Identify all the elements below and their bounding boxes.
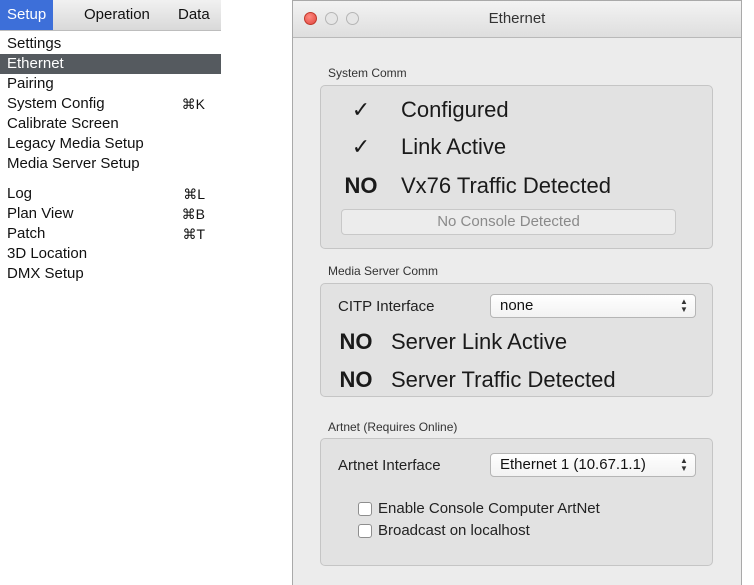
system-comm-group: ✓ Configured ✓ Link Active NO Vx76 Traff… [320, 85, 713, 249]
artnet-label: Artnet (Requires Online) [328, 420, 458, 434]
menu-item-system-config[interactable]: System Config ⌘K [0, 94, 221, 114]
menu-item-label: 3D Location [7, 245, 88, 262]
enable-console-artnet-checkbox[interactable] [358, 502, 372, 516]
title-bar: Ethernet [293, 1, 741, 38]
checkmark-icon: ✓ [351, 97, 371, 122]
menu-item-label: Legacy Media Setup [7, 135, 144, 152]
status-text: Configured [401, 97, 509, 122]
menu-item-label: System Config [7, 95, 105, 112]
menu-item-plan-view[interactable]: Plan View ⌘B [0, 204, 221, 224]
no-console-detected-button[interactable]: No Console Detected [341, 209, 676, 235]
menu-operation[interactable]: Operation [77, 0, 157, 30]
shortcut-label: ⌘T [182, 226, 205, 242]
menu-item-label: Plan View [7, 205, 74, 222]
menu-item-legacy-media-setup[interactable]: Legacy Media Setup [0, 134, 221, 154]
menu-item-label: Settings [7, 35, 62, 52]
artnet-interface-select[interactable]: Ethernet 1 (10.67.1.1) ▲ ▼ [490, 453, 696, 477]
menu-item-dmx-setup[interactable]: DMX Setup [0, 264, 221, 284]
shortcut-label: ⌘L [183, 186, 205, 202]
status-text: Link Active [401, 134, 507, 159]
shortcut-label: ⌘B [181, 206, 205, 222]
checkbox-label: Broadcast on localhost [378, 522, 530, 539]
menu-item-pairing[interactable]: Pairing [0, 74, 221, 94]
menu-item-log[interactable]: Log ⌘L [0, 184, 221, 204]
menu-item-label: Patch [7, 225, 46, 242]
menu-item-label: DMX Setup [7, 265, 84, 282]
menu-item-label: Media Server Setup [7, 155, 140, 172]
select-value: none [500, 297, 534, 314]
menu-setup[interactable]: Setup [0, 0, 54, 30]
status-no-label: NO [344, 173, 378, 198]
status-no-label: NO [339, 329, 373, 354]
menu-item-settings[interactable]: Settings [0, 34, 221, 54]
menu-item-3d-location[interactable]: 3D Location [0, 244, 221, 264]
citp-interface-label: CITP Interface [338, 298, 435, 315]
shortcut-label: ⌘K [181, 96, 205, 112]
menu-item-patch[interactable]: Patch ⌘T [0, 224, 221, 244]
menu-item-calibrate-screen[interactable]: Calibrate Screen [0, 114, 221, 134]
menu-item-label: Log [7, 185, 33, 202]
menu-dropdown: Settings Ethernet Pairing System Config ⌘… [0, 34, 221, 284]
chevron-updown-icon: ▲ ▼ [680, 456, 688, 473]
citp-interface-select[interactable]: none ▲ ▼ [490, 294, 696, 318]
ethernet-window: Ethernet System Comm ✓ Configured ✓ Link… [292, 0, 742, 585]
media-server-comm-label: Media Server Comm [328, 264, 439, 278]
artnet-interface-label: Artnet Interface [338, 457, 441, 474]
system-comm-label: System Comm [328, 66, 407, 80]
checkmark-icon: ✓ [351, 134, 371, 159]
status-text: Server Traffic Detected [391, 367, 616, 392]
menu-item-label: Ethernet [7, 55, 64, 72]
menu-separator [0, 174, 221, 184]
menu-item-ethernet[interactable]: Ethernet [0, 54, 221, 74]
menu-data[interactable]: Data [171, 0, 217, 30]
artnet-group: Artnet Interface Ethernet 1 (10.67.1.1) … [320, 438, 713, 566]
menu-item-label: Calibrate Screen [7, 115, 119, 132]
media-server-comm-group: CITP Interface none ▲ ▼ NO Server Link Ac… [320, 283, 713, 397]
menu-item-label: Pairing [7, 75, 54, 92]
menu-item-media-server-setup[interactable]: Media Server Setup [0, 154, 221, 174]
status-text: Server Link Active [391, 329, 568, 354]
status-text: Vx76 Traffic Detected [401, 173, 611, 198]
checkbox-label: Enable Console Computer ArtNet [378, 500, 600, 517]
menu-bar: Setup Operation Data [0, 0, 221, 31]
window-title: Ethernet [488, 10, 546, 27]
setup-menu: Setup Operation Data Settings Ethernet P… [0, 0, 221, 306]
status-no-label: NO [339, 367, 373, 392]
broadcast-localhost-checkbox[interactable] [358, 524, 372, 538]
chevron-updown-icon: ▲ ▼ [680, 297, 688, 314]
select-value: Ethernet 1 (10.67.1.1) [500, 456, 646, 473]
